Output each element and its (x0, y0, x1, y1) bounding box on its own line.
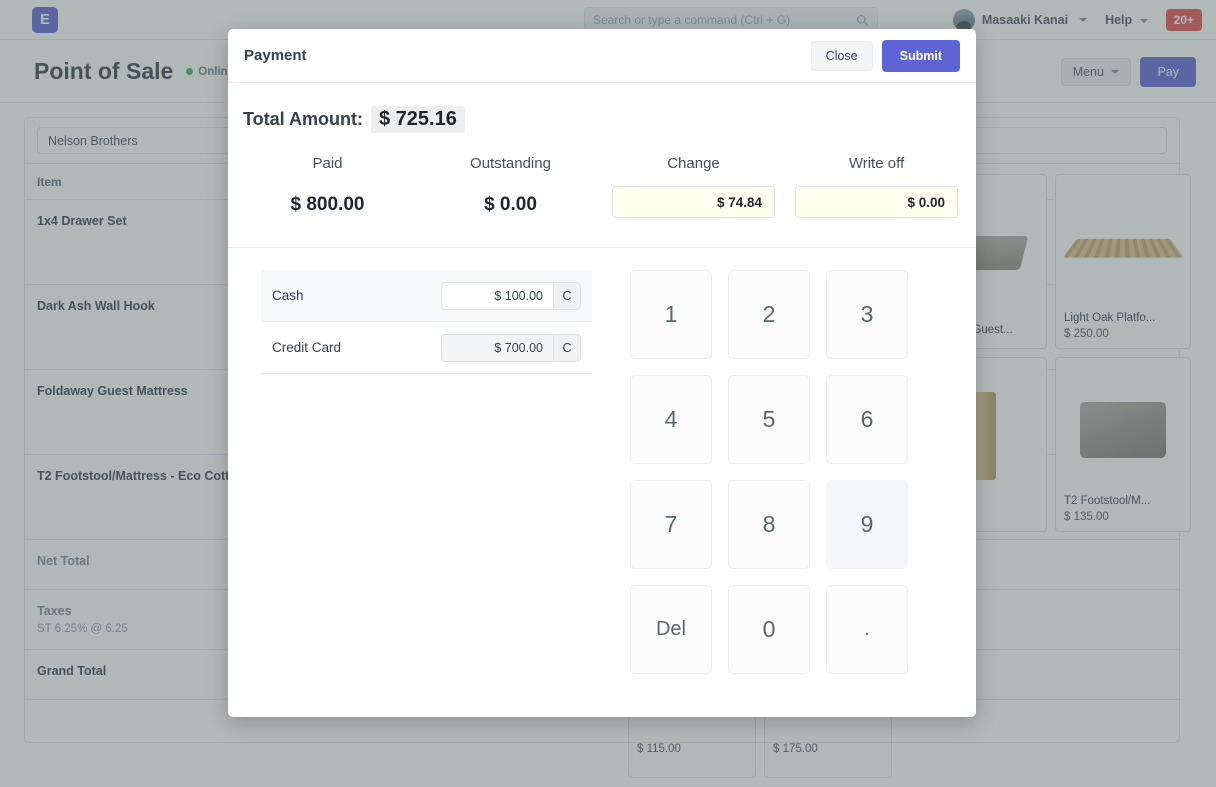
change-label: Change (602, 155, 785, 172)
total-amount-line: Total Amount: $ 725.16 (228, 106, 976, 133)
change-input[interactable]: $ 74.84 (612, 186, 775, 218)
paid-label: Paid (236, 155, 419, 172)
amount-column-write-off: Write off $ 0.00 (785, 155, 968, 218)
payment-modal: Payment Close Submit Total Amount: $ 725… (228, 29, 976, 717)
numpad-key-7[interactable]: 7 (630, 480, 712, 569)
modal-header-actions: Close Submit (811, 40, 960, 72)
amount-column-change: Change $ 74.84 (602, 155, 785, 218)
close-button[interactable]: Close (811, 41, 873, 71)
outstanding-value: $ 0.00 (419, 194, 602, 216)
amount-grid: Paid $ 800.00 Outstanding $ 0.00 Change … (228, 155, 976, 218)
credit-card-amount-input[interactable]: $ 700.00 (441, 334, 553, 362)
numpad-key-8[interactable]: 8 (728, 480, 810, 569)
method-label: Cash (272, 288, 304, 303)
payment-method-row-cash[interactable]: Cash $ 100.00 C (261, 270, 592, 322)
screen: E Masaaki Kanai Help 20+ (0, 0, 1216, 787)
numpad-key-decimal[interactable]: . (826, 585, 908, 674)
paid-value: $ 800.00 (236, 194, 419, 216)
numpad-key-0[interactable]: 0 (728, 585, 810, 674)
payment-entry-area: Cash $ 100.00 C Credit Card $ 700.00 C 1 (228, 248, 976, 717)
modal-title: Payment (244, 47, 307, 64)
numpad-key-3[interactable]: 3 (826, 270, 908, 359)
numpad-key-2[interactable]: 2 (728, 270, 810, 359)
numpad: 1 2 3 4 5 6 7 8 9 Del 0 . (620, 248, 976, 717)
modal-header: Payment Close Submit (228, 29, 976, 83)
cash-amount-input[interactable]: $ 100.00 (441, 282, 553, 310)
submit-button[interactable]: Submit (882, 40, 960, 72)
amount-column-outstanding: Outstanding $ 0.00 (419, 155, 602, 218)
numpad-key-delete[interactable]: Del (630, 585, 712, 674)
payment-method-row-credit-card[interactable]: Credit Card $ 700.00 C (261, 322, 592, 374)
total-amount-value: $ 725.16 (371, 106, 465, 133)
numpad-key-9[interactable]: 9 (826, 480, 908, 569)
payment-methods-list: Cash $ 100.00 C Credit Card $ 700.00 C (228, 248, 620, 717)
numpad-key-5[interactable]: 5 (728, 375, 810, 464)
method-label: Credit Card (272, 340, 341, 355)
numpad-key-6[interactable]: 6 (826, 375, 908, 464)
method-controls: $ 700.00 C (441, 334, 581, 362)
write-off-label: Write off (785, 155, 968, 172)
credit-card-clear-button[interactable]: C (553, 334, 581, 362)
total-amount-label: Total Amount: (243, 109, 363, 130)
numpad-key-1[interactable]: 1 (630, 270, 712, 359)
cash-clear-button[interactable]: C (553, 282, 581, 310)
payment-summary: Total Amount: $ 725.16 Paid $ 800.00 Out… (228, 83, 976, 248)
numpad-key-4[interactable]: 4 (630, 375, 712, 464)
outstanding-label: Outstanding (419, 155, 602, 172)
amount-column-paid: Paid $ 800.00 (236, 155, 419, 218)
write-off-input[interactable]: $ 0.00 (795, 186, 958, 218)
method-controls: $ 100.00 C (441, 282, 581, 310)
